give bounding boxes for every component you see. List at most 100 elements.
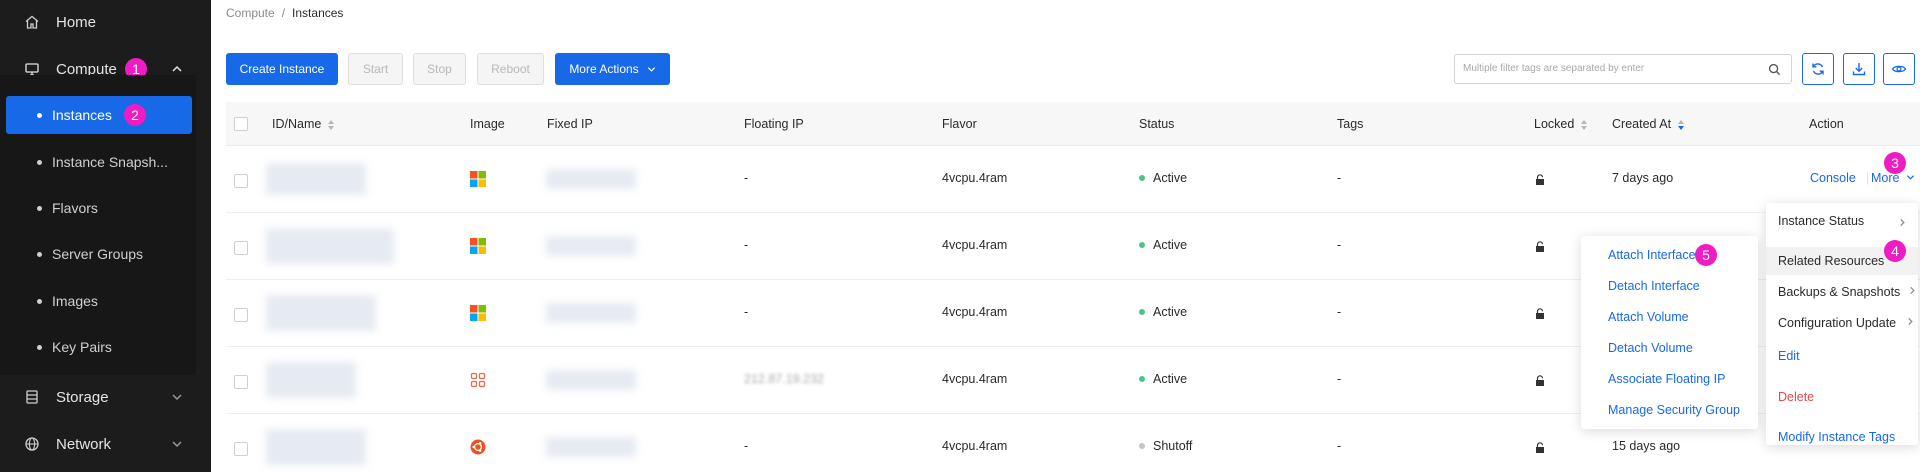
column-floating-ip: Floating IP (744, 117, 804, 131)
sidebar-network-label: Network (56, 435, 112, 453)
sidebar-item-server-groups[interactable]: Server Groups (6, 235, 192, 273)
unlock-icon (1536, 174, 1544, 185)
menu-item-label: Modify Instance Tags (1778, 430, 1896, 444)
column-created-at[interactable]: Created At (1612, 117, 1685, 131)
step-badge-2: 2 (124, 104, 146, 126)
row-checkbox[interactable] (234, 174, 248, 188)
fixed-ip-redacted (546, 370, 636, 390)
status-badge: Active (1139, 372, 1187, 386)
breadcrumb-separator: / (281, 6, 286, 20)
flavor-value: 4vcpu.4ram (942, 372, 1008, 386)
bullet-icon (37, 159, 42, 165)
chevron-down-icon (1907, 175, 1915, 180)
sidebar-item-storage[interactable]: Storage (0, 377, 211, 417)
instance-name-redacted[interactable] (266, 362, 356, 398)
floating-ip-value: 212.87.19.232 (744, 372, 824, 386)
sidebar-item-key-pairs[interactable]: Key Pairs (6, 328, 192, 366)
fixed-ip-redacted (546, 303, 636, 323)
menu-item-attach-interface[interactable]: Attach Interface (1608, 248, 1696, 262)
menu-item-label: Instance Status (1778, 214, 1865, 228)
storage-icon (26, 390, 38, 404)
tags-value: - (1337, 171, 1342, 185)
column-locked[interactable]: Locked (1534, 117, 1588, 131)
status-text: Shutoff (1153, 439, 1193, 453)
status-dot-icon (1139, 443, 1145, 449)
menu-item-delete[interactable]: Delete (1778, 390, 1814, 404)
chevron-up-icon (172, 65, 182, 72)
sidebar-item-network[interactable]: Network (0, 424, 211, 464)
menu-item-label: Related Resources (1778, 254, 1885, 268)
menu-item-detach-volume[interactable]: Detach Volume (1608, 341, 1693, 355)
sidebar-item-images[interactable]: Images (6, 282, 192, 320)
menu-item-configuration-update[interactable]: Configuration Update (1778, 316, 1896, 330)
flavor-value: 4vcpu.4ram (942, 439, 1008, 453)
menu-item-attach-volume[interactable]: Attach Volume (1608, 310, 1689, 324)
tags-value: - (1337, 305, 1342, 319)
bullet-icon (37, 205, 42, 211)
menu-item-detach-interface[interactable]: Detach Interface (1608, 279, 1700, 293)
bullet-icon (37, 112, 42, 118)
search-icon[interactable] (1768, 63, 1781, 76)
status-badge: Active (1139, 305, 1187, 319)
row-checkbox[interactable] (234, 442, 248, 456)
menu-item-modify-tags[interactable]: Modify Instance Tags (1778, 430, 1895, 444)
sidebar-home-label: Home (56, 13, 97, 31)
row-checkbox[interactable] (234, 308, 248, 322)
row-checkbox[interactable] (234, 241, 248, 255)
instance-name-redacted[interactable] (266, 163, 366, 195)
menu-item-instance-status[interactable]: Instance Status (1778, 214, 1864, 228)
breadcrumb: Compute / Instances (226, 6, 343, 20)
menu-item-edit[interactable]: Edit (1778, 349, 1800, 363)
unlock-icon (1536, 241, 1544, 252)
menu-item-related-resources[interactable]: Related Resources (1778, 254, 1884, 268)
chevron-down-icon (172, 394, 182, 401)
sidebar-instances-label: Instances (52, 107, 112, 123)
sidebar-item-instance-snapshots[interactable]: Instance Snapsh... (6, 143, 192, 181)
windows-icon (470, 238, 486, 254)
instance-name-redacted[interactable] (266, 295, 376, 331)
more-actions-button[interactable]: More Actions (555, 53, 670, 85)
status-text: Active (1153, 238, 1188, 252)
instance-name-redacted[interactable] (266, 429, 366, 465)
sidebar: Home Compute 1 Instances 2 Instance Snap… (0, 0, 211, 472)
refresh-button[interactable] (1802, 53, 1834, 85)
sidebar-images-label: Images (52, 293, 98, 309)
sidebar-item-flavors[interactable]: Flavors (6, 189, 192, 227)
instance-name-redacted[interactable] (266, 228, 394, 264)
filter-search-input[interactable]: Multiple filter tags are separated by en… (1454, 54, 1792, 84)
chevron-right-icon (1900, 218, 1905, 227)
download-icon (1852, 63, 1866, 76)
action-divider: | (1866, 171, 1870, 185)
sidebar-item-home[interactable]: Home (0, 2, 211, 42)
windows-icon (470, 171, 486, 187)
status-badge: Active (1139, 238, 1187, 252)
chevron-right-icon (1910, 286, 1915, 295)
create-instance-button[interactable]: Create Instance (226, 53, 338, 85)
related-resources-submenu: Attach Interface Detach Interface Attach… (1581, 236, 1758, 429)
row-checkbox[interactable] (234, 375, 248, 389)
column-id-name[interactable]: ID/Name (272, 117, 335, 131)
status-dot-icon (1139, 309, 1145, 315)
status-badge: Shutoff (1139, 439, 1192, 453)
console-link[interactable]: Console (1810, 171, 1856, 185)
menu-item-associate-floating-ip[interactable]: Associate Floating IP (1608, 372, 1725, 386)
select-all-checkbox[interactable] (234, 117, 248, 131)
column-action: Action (1809, 117, 1844, 131)
stop-button[interactable]: Stop (413, 53, 466, 85)
floating-ip-value: - (744, 305, 749, 319)
column-flavor: Flavor (942, 117, 977, 131)
sidebar-flavors-label: Flavors (52, 200, 98, 216)
flavor-value: 4vcpu.4ram (942, 305, 1008, 319)
breadcrumb-compute[interactable]: Compute (226, 6, 275, 20)
download-button[interactable] (1843, 53, 1875, 85)
sidebar-snapshots-label: Instance Snapsh... (52, 154, 168, 170)
sidebar-item-instances[interactable]: Instances (6, 96, 192, 134)
menu-item-backups-snapshots[interactable]: Backups & Snapshots (1778, 285, 1900, 299)
column-image: Image (470, 117, 505, 131)
reboot-button[interactable]: Reboot (477, 53, 544, 85)
ubuntu-icon (470, 439, 486, 455)
start-button[interactable]: Start (348, 53, 403, 85)
column-visibility-button[interactable] (1883, 53, 1915, 85)
menu-item-manage-security-group[interactable]: Manage Security Group (1608, 403, 1740, 417)
unlock-icon (1536, 308, 1544, 319)
